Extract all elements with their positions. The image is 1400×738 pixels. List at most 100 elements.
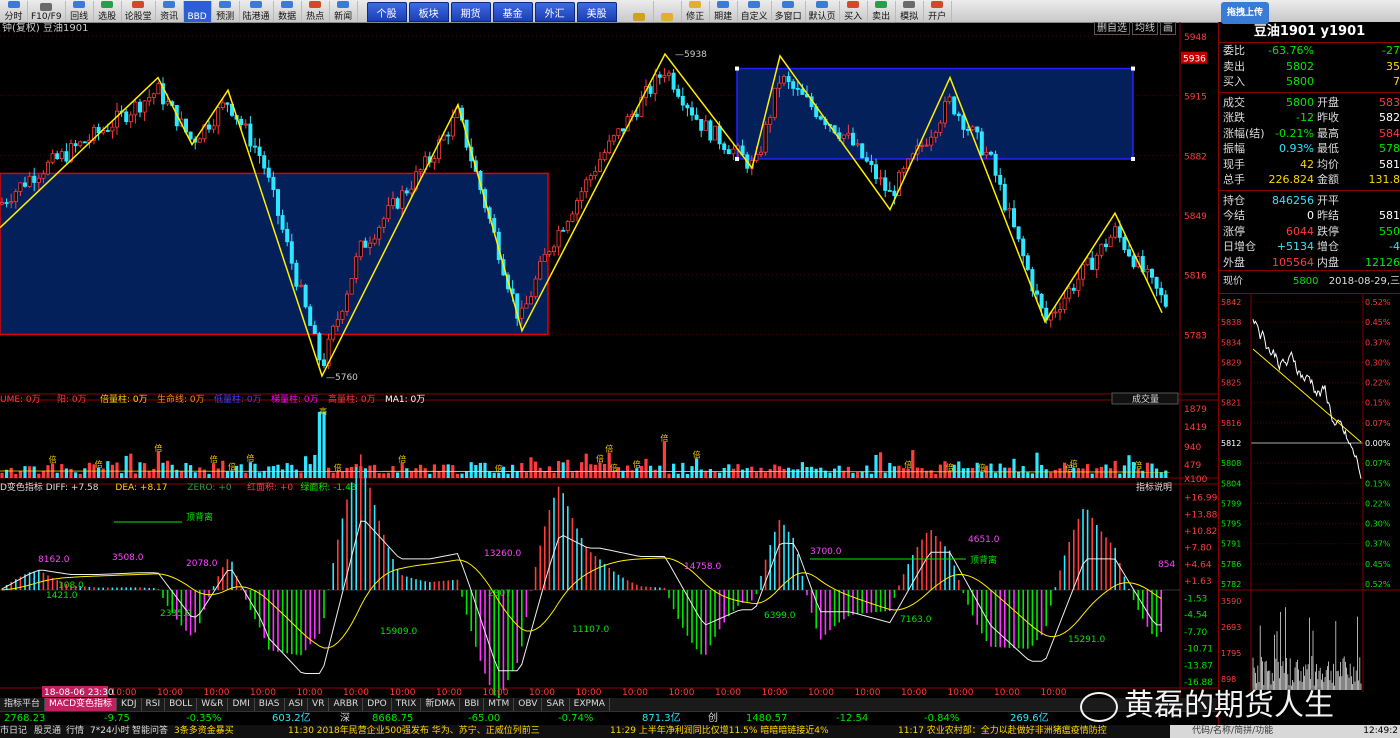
tool-button-5[interactable]: 多窗口 [772, 1, 806, 22]
market-tab-5[interactable]: 美股 [576, 2, 617, 22]
tool-button-4[interactable]: 自定义 [738, 1, 772, 22]
intraday-minichart[interactable]: 5842 0.52% 5838 0.45% 5834 0.37% 5829 0.30% 5825… [1219, 294, 1400, 694]
volume-bar [322, 412, 326, 478]
indicator-tab-11[interactable]: DPO [363, 698, 392, 711]
indicator-tab-8[interactable]: ASI [285, 698, 309, 711]
indicator-tab-3[interactable]: RSI [142, 698, 166, 711]
toolbar-button-8[interactable]: 陆港通 [240, 1, 274, 22]
news-ticker-item[interactable]: 7*24小时 [90, 725, 130, 738]
volume-marker: 倍 [946, 462, 954, 472]
candle-body [671, 72, 676, 90]
volume-bar [501, 466, 505, 478]
volume-bar [221, 460, 225, 478]
news-ticker-item[interactable]: 11:29 上半年净利润同比仅增11.5% 暗暗暗链接近4% [610, 725, 829, 738]
toolbar-button-0[interactable]: 分时 [0, 1, 28, 22]
toolbar-button-1[interactable]: F10/F9 [28, 1, 66, 22]
indicator-tab-0[interactable]: 指标平台 [0, 698, 46, 711]
main-chart[interactable]: 5948 5936 5915 5882 5849 5816 5783 —5938 —5760 UM… [0, 22, 1218, 698]
tool-button-10[interactable]: 开户 [924, 1, 952, 22]
indicator-tab-18[interactable]: EXPMA [570, 698, 610, 711]
tool-button-label: 模拟 [900, 12, 919, 22]
indicator-tab-14[interactable]: BBI [460, 698, 485, 711]
tool-button-1[interactable] [654, 1, 682, 22]
buy-icon [847, 1, 860, 8]
toolbar-button-4[interactable]: 论股堂 [122, 1, 156, 22]
toolbar-button-6[interactable]: BBD [183, 1, 212, 22]
indicator-tab-5[interactable]: W&R [197, 698, 229, 711]
box-handle[interactable] [735, 66, 739, 71]
time-axis-label: 10:00 [111, 688, 137, 698]
indicator-tab-9[interactable]: VR [308, 698, 330, 711]
candle-body [989, 151, 994, 155]
indicator-tab-1[interactable]: MACD变色指标 [45, 698, 117, 711]
news-ticker-item[interactable]: 行情 [66, 725, 84, 738]
range-box-left[interactable] [0, 172, 549, 336]
volume-axis-label: 479 [1184, 461, 1201, 471]
market-tab-3[interactable]: 基金 [492, 2, 533, 22]
indicator-tab-17[interactable]: SAR [542, 698, 570, 711]
volume-bar [488, 471, 492, 478]
candle-body [1058, 309, 1063, 313]
volume-bar [120, 473, 124, 478]
market-tab-1[interactable]: 板块 [408, 2, 449, 22]
candle-body [1099, 243, 1104, 256]
indicator-tab-2[interactable]: KDJ [117, 698, 142, 711]
toolbar-button-2[interactable]: 回线 [66, 1, 94, 22]
candle-body [841, 134, 846, 139]
time-axis-label: 10:00 [204, 688, 230, 698]
quote-value: 584 [1379, 126, 1400, 140]
news-ticker-item[interactable]: 3条多资金暴买 [174, 725, 234, 738]
volume-bar [552, 472, 556, 478]
toolbar-button-11[interactable]: 新闻 [330, 1, 358, 22]
news-ticker-item[interactable]: 股灵通 [34, 725, 61, 738]
indicator-tab-10[interactable]: ARBR [329, 698, 364, 711]
volume-bar [317, 412, 321, 478]
market-tab-4[interactable]: 外汇 [534, 2, 575, 22]
tool-button-9[interactable]: 模拟 [896, 1, 924, 22]
command-search-input[interactable]: 代码/名称/简拼/功能 [1192, 725, 1273, 738]
indicator-tab-15[interactable]: MTM [484, 698, 515, 711]
toolbar-button-9[interactable]: 数据 [274, 1, 302, 22]
indicator-tab-12[interactable]: TRIX [392, 698, 422, 711]
news-ticker-item[interactable]: 11:30 2018年民营企业500强发布 华为、苏宁、正威位列前三 [288, 725, 540, 738]
candle-body [878, 177, 883, 180]
tool-button-8[interactable]: 卖出 [868, 1, 896, 22]
indicator-tab-6[interactable]: DMI [228, 698, 255, 711]
indicator-tab-7[interactable]: BIAS [255, 698, 285, 711]
volume-bar [888, 462, 892, 478]
macd-help-button[interactable]: 指标说明 [1136, 481, 1172, 493]
candle-body [713, 125, 718, 141]
market-tab-2[interactable]: 期货 [450, 2, 491, 22]
range-box-right[interactable] [736, 67, 1134, 160]
volume-bar [566, 459, 570, 478]
toolbar-button-10[interactable]: 热点 [302, 1, 330, 22]
news-ticker-item[interactable]: 11:17 农业农村部：全力以赴做好非洲猪瘟疫情防控 [898, 725, 1107, 738]
tool-button-7[interactable]: 买入 [840, 1, 868, 22]
indicator-tab-16[interactable]: OBV [514, 698, 543, 711]
toolbar-button-label: BBD [187, 12, 207, 22]
volume-bar [741, 469, 745, 478]
volume-bar [754, 472, 758, 478]
tool-button-0[interactable] [626, 1, 654, 22]
mini-pct-label: 0.30% [1365, 358, 1391, 367]
toolbar-button-5[interactable]: 资讯 [156, 1, 184, 22]
toolbar-button-7[interactable]: 预测 [212, 1, 240, 22]
tool-button-6[interactable]: 默认页 [806, 1, 840, 22]
indicator-tab-4[interactable]: BOLL [165, 698, 198, 711]
candle-body [607, 140, 612, 154]
volume-bar [557, 461, 561, 478]
news-ticker-item[interactable]: 智能问答 [132, 725, 168, 738]
market-tab-0[interactable]: 个股 [366, 2, 407, 22]
toolbar-button-3[interactable]: 选股 [94, 1, 122, 22]
box-handle[interactable] [735, 156, 739, 161]
quote-label: 卖出 [1223, 59, 1245, 73]
tool-button-2[interactable]: 修正 [682, 1, 710, 22]
macd-red-annotation: 4651.0 [968, 535, 1000, 545]
upload-button[interactable]: 拖拽上传 [1221, 2, 1270, 24]
box-handle[interactable] [1131, 156, 1135, 161]
indicator-tab-13[interactable]: 新DMA [421, 698, 461, 711]
time-axis-label: 10:00 [855, 688, 881, 698]
box-handle[interactable] [1131, 66, 1135, 71]
tool-button-3[interactable]: 期建 [710, 1, 738, 22]
news-ticker-item[interactable]: 市日记 [0, 725, 27, 738]
